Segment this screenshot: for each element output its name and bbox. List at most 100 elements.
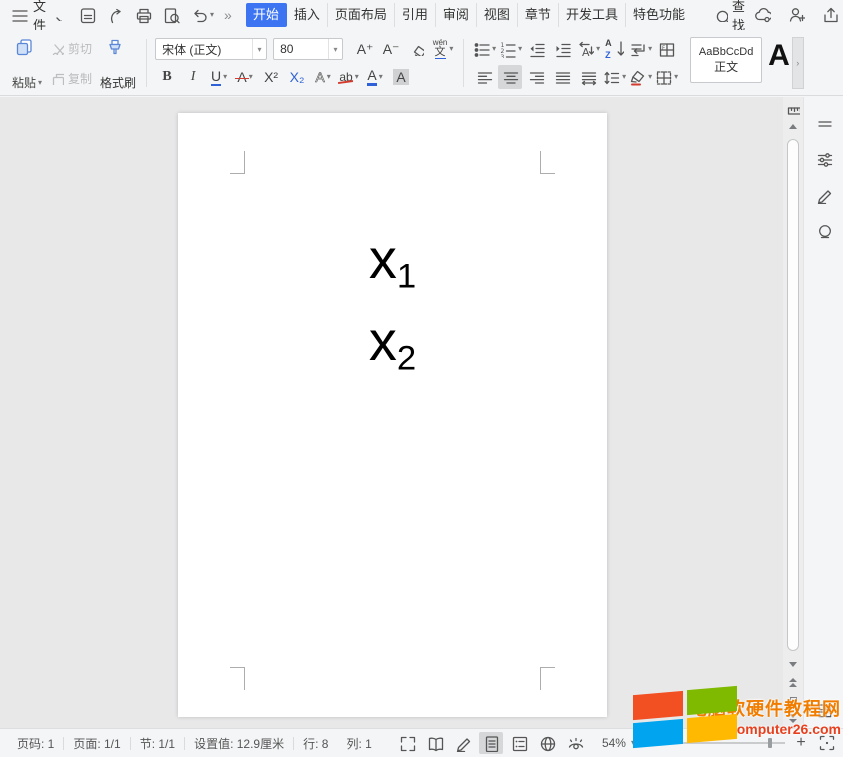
annotation-button[interactable] — [804, 177, 843, 213]
new-style-button[interactable]: A — [762, 39, 792, 71]
document-page[interactable]: x1 x2 — [178, 113, 607, 717]
status-page-number[interactable]: 页码: 1 — [8, 735, 63, 752]
web-layout-button[interactable] — [535, 732, 559, 754]
bold-button[interactable]: B — [155, 65, 179, 89]
vertical-scrollbar[interactable] — [783, 97, 803, 728]
sort-button[interactable]: A Z — [602, 37, 626, 61]
scroll-down-button[interactable] — [789, 655, 797, 673]
tab-review[interactable]: 审阅 — [436, 3, 477, 27]
window-layout-button[interactable] — [804, 692, 843, 728]
copy-button[interactable]: 复制 — [50, 66, 92, 90]
zoom-in-button[interactable]: + — [793, 735, 809, 751]
ruler-toggle-button[interactable] — [786, 99, 800, 117]
eye-protection-button[interactable] — [563, 732, 587, 754]
browse-object-button[interactable] — [790, 691, 797, 709]
fit-page-button[interactable] — [817, 733, 835, 754]
more-commands-button[interactable]: » — [224, 7, 232, 23]
increase-font-button[interactable]: A⁺ — [353, 37, 377, 61]
undo-button[interactable]: ▾ — [190, 6, 214, 24]
highlight-color-button[interactable]: ab▾ — [337, 65, 361, 89]
zoom-slider-handle[interactable] — [768, 738, 772, 748]
outline-view-button[interactable] — [507, 732, 531, 754]
char-shading-button[interactable]: A — [389, 65, 413, 89]
tab-special-features[interactable]: 特色功能 — [626, 3, 692, 27]
tab-references[interactable]: 引用 — [395, 3, 436, 27]
cloud-sync-button[interactable] — [753, 5, 771, 26]
write-mode-button[interactable] — [451, 732, 475, 754]
read-layout-button[interactable] — [423, 732, 447, 754]
zoom-level-button[interactable]: 54%▾ — [602, 736, 635, 750]
align-left-button[interactable] — [472, 65, 496, 89]
distribute-button[interactable] — [576, 65, 600, 89]
bullet-list-button[interactable]: ▾ — [472, 37, 496, 61]
zoom-out-button[interactable]: − — [643, 735, 659, 751]
strikethrough-button[interactable]: A▾ — [233, 65, 257, 89]
symbols-button[interactable] — [804, 213, 843, 249]
tab-section[interactable]: 章节 — [518, 3, 559, 27]
main-menu-button[interactable]: 文件 — [10, 0, 62, 34]
doc-line-1[interactable]: x1 — [178, 231, 607, 294]
document-area[interactable]: x1 x2 — [0, 97, 803, 728]
doc-line-2[interactable]: x2 — [178, 313, 607, 376]
cut-button[interactable]: 剪切 — [50, 36, 92, 60]
borders-button[interactable]: ▾ — [654, 65, 678, 89]
underline-button[interactable]: U▾ — [207, 65, 231, 89]
superscript-button[interactable]: X² — [259, 65, 283, 89]
margin-mark-top-right — [540, 151, 555, 174]
subscript-button[interactable]: X₂ — [285, 65, 309, 89]
properties-button[interactable] — [804, 141, 843, 177]
scroll-up-button[interactable] — [789, 117, 797, 135]
italic-button[interactable]: I — [181, 65, 205, 89]
font-size-combo[interactable]: 80 ▾ — [273, 38, 343, 60]
font-color-button[interactable]: A▾ — [363, 65, 387, 89]
font-name-dropdown[interactable]: ▾ — [252, 39, 266, 59]
invite-collaborator-button[interactable] — [787, 5, 805, 26]
tab-view[interactable]: 视图 — [477, 3, 518, 27]
status-section[interactable]: 节: 1/1 — [131, 735, 184, 752]
find-button[interactable]: 查找 — [714, 0, 745, 34]
fullscreen-button[interactable] — [395, 732, 419, 754]
scrollbar-thumb[interactable] — [787, 139, 799, 651]
decrease-indent-button[interactable] — [524, 37, 548, 61]
page-view-button[interactable] — [479, 732, 503, 754]
show-marks-button[interactable]: ▾ — [628, 37, 652, 61]
style-gallery-expand-button[interactable]: › — [792, 37, 804, 89]
numbered-list-button[interactable]: ▾ — [498, 37, 522, 61]
line-spacing-button[interactable]: ▾ — [602, 65, 626, 89]
text-effects-button[interactable]: A▾ — [311, 65, 335, 89]
justify-button[interactable] — [550, 65, 574, 89]
font-size-dropdown[interactable]: ▾ — [328, 39, 342, 59]
previous-page-button[interactable] — [789, 673, 797, 691]
clear-format-button[interactable] — [405, 37, 429, 61]
print-preview-button[interactable] — [162, 6, 180, 24]
next-page-button[interactable] — [789, 709, 797, 727]
text-direction-button[interactable]: ▾ — [576, 37, 600, 61]
print-button[interactable] — [134, 6, 152, 24]
chevron-down-icon — [51, 10, 62, 21]
save-button[interactable] — [78, 6, 96, 24]
align-center-button[interactable] — [498, 65, 522, 89]
status-column[interactable]: 列: 1 — [337, 735, 380, 752]
tab-home[interactable]: 开始 — [246, 3, 287, 27]
tab-insert[interactable]: 插入 — [287, 3, 328, 27]
export-pdf-button[interactable] — [106, 6, 124, 24]
share-button[interactable] — [821, 5, 839, 26]
sidebar-menu-button[interactable] — [804, 105, 843, 141]
style-item-normal[interactable]: AaBbCcDd 正文 — [690, 37, 762, 83]
shading-button[interactable]: ▾ — [628, 65, 652, 89]
increase-indent-button[interactable] — [550, 37, 574, 61]
tab-dev-tools[interactable]: 开发工具 — [559, 3, 626, 27]
align-right-button[interactable] — [524, 65, 548, 89]
text-tools-button[interactable] — [654, 37, 678, 61]
status-line[interactable]: 行: 8 — [294, 735, 337, 752]
decrease-font-button[interactable]: A⁻ — [379, 37, 403, 61]
paste-button[interactable]: 粘贴▾ — [8, 33, 46, 93]
font-name-combo[interactable]: 宋体 (正文) ▾ — [155, 38, 267, 60]
format-painter-button[interactable]: 格式刷 — [96, 33, 140, 93]
undo-dropdown[interactable]: ▾ — [210, 11, 214, 19]
zoom-slider[interactable] — [667, 742, 785, 744]
pinyin-guide-button[interactable]: wén 文 ▾ — [431, 37, 455, 61]
status-setting-value[interactable]: 设置值: 12.9厘米 — [185, 735, 293, 752]
status-page-count[interactable]: 页面: 1/1 — [64, 735, 129, 752]
tab-page-layout[interactable]: 页面布局 — [328, 3, 395, 27]
